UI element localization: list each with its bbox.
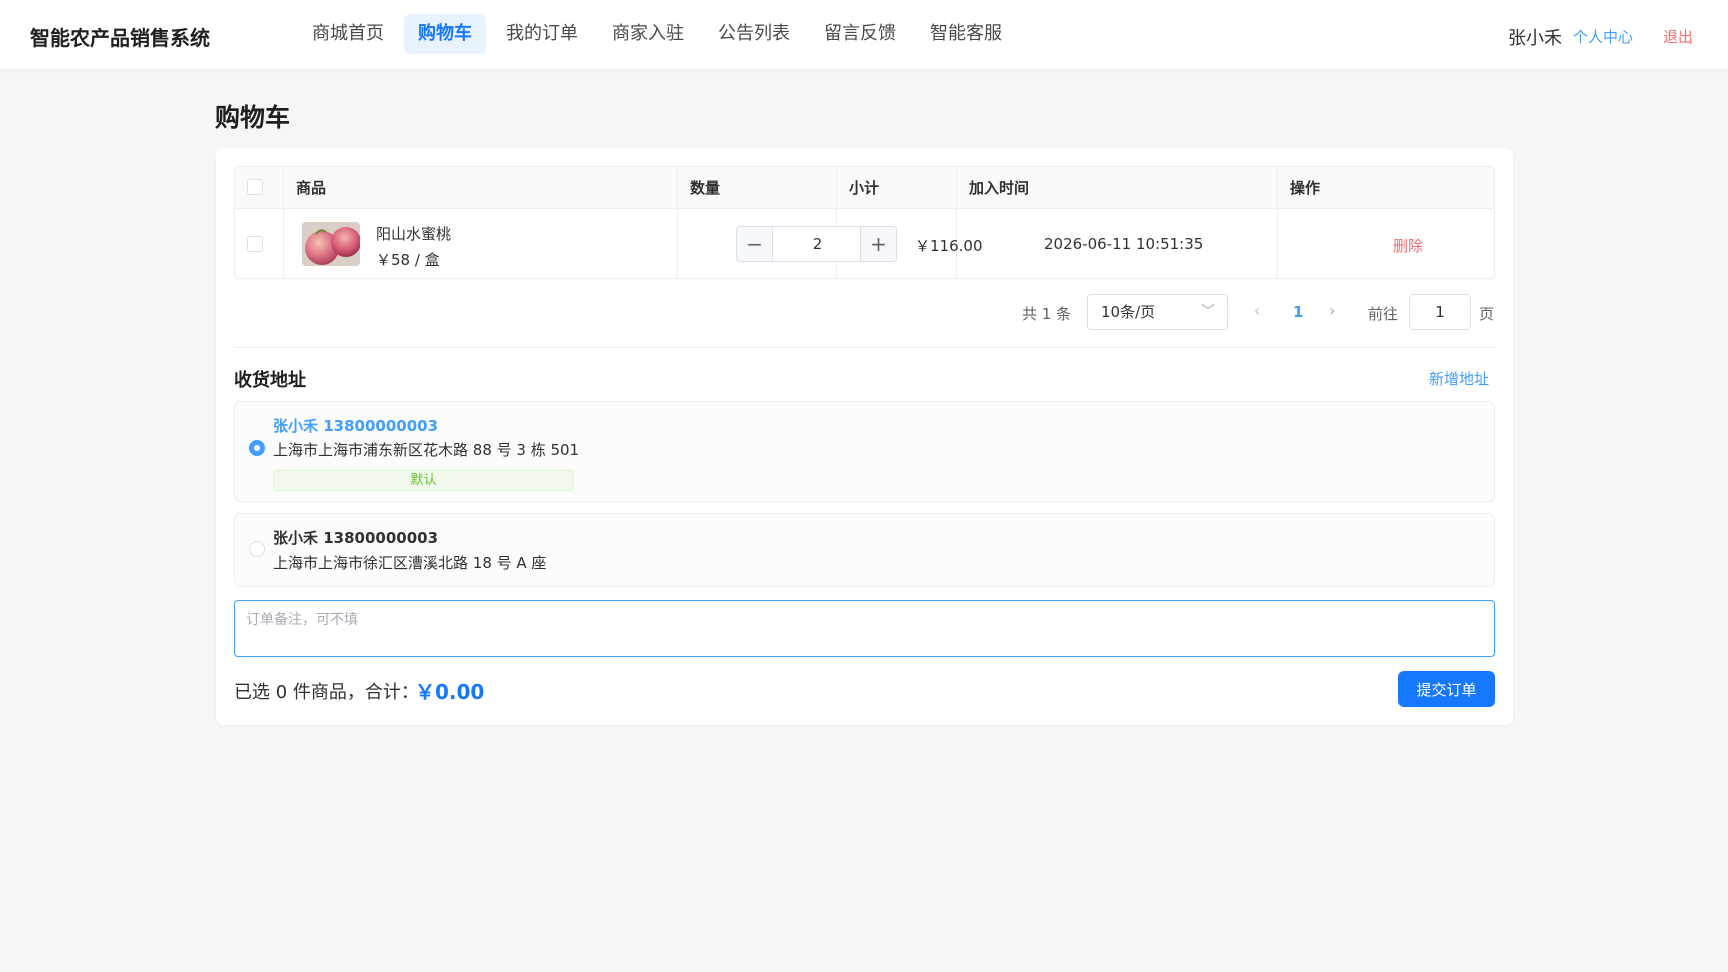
submit-order-button[interactable]: 提交订单 <box>1398 671 1495 707</box>
cart-table: 商品 数量 小计 加入时间 操作 阳山水蜜桃 ￥58 / 盒 − 2 + ￥11… <box>234 166 1495 279</box>
add-address-button[interactable]: 新增地址 <box>1429 368 1489 389</box>
nav-item-cart[interactable]: 购物车 <box>404 14 486 54</box>
user-center-link[interactable]: 个人中心 <box>1573 26 1633 47</box>
address-detail: 上海市上海市浦东新区花木路 88 号 3 栋 501 <box>273 441 580 459</box>
row-added-time: 2026-06-11 10:51:35 <box>1044 235 1204 253</box>
pagination-total: 共 1 条 <box>1022 305 1072 323</box>
column-header-subtotal: 小计 <box>849 179 880 197</box>
page-size-select[interactable]: 10条/页 ﹀ <box>1087 294 1228 330</box>
address-detail: 上海市上海市徐汇区漕溪北路 18 号 A 座 <box>273 554 547 572</box>
column-header-quantity: 数量 <box>690 179 721 197</box>
page-number-current[interactable]: 1 <box>1293 303 1303 321</box>
quantity-input[interactable] <box>773 227 862 261</box>
address-radio[interactable] <box>249 541 265 557</box>
address-card[interactable]: 张小禾 13800000003 上海市上海市浦东新区花木路 88 号 3 栋 5… <box>234 401 1495 502</box>
address-section-title: 收货地址 <box>234 370 306 391</box>
address-contact: 张小禾 13800000003 <box>273 529 439 547</box>
brand-title: 智能农产品销售系统 <box>30 26 210 50</box>
address-card[interactable]: 张小禾 13800000003 上海市上海市徐汇区漕溪北路 18 号 A 座 <box>234 513 1495 587</box>
page-size-value: 10条/页 <box>1101 303 1156 321</box>
column-divider <box>1277 167 1278 278</box>
top-navbar: 智能农产品销售系统 商城首页 购物车 我的订单 商家入驻 公告列表 留言反馈 智… <box>0 0 1728 69</box>
chevron-right-icon[interactable]: › <box>1329 301 1335 320</box>
column-header-product: 商品 <box>296 179 327 197</box>
user-name: 张小禾 <box>1508 28 1562 49</box>
address-contact: 张小禾 13800000003 <box>273 417 439 435</box>
logout-link[interactable]: 退出 <box>1663 26 1693 47</box>
nav-item-smart-service[interactable]: 智能客服 <box>916 14 1016 54</box>
product-unit-price: ￥58 / 盒 <box>376 251 440 269</box>
chevron-down-icon: ﹀ <box>1201 304 1215 320</box>
main-nav: 商城首页 购物车 我的订单 商家入驻 公告列表 留言反馈 智能客服 <box>298 14 1022 54</box>
page-title: 购物车 <box>215 103 291 132</box>
goto-label: 前往 <box>1368 305 1399 323</box>
nav-item-merchant-join[interactable]: 商家入驻 <box>598 14 698 54</box>
column-divider <box>836 167 837 278</box>
column-divider <box>283 167 284 278</box>
nav-item-feedback[interactable]: 留言反馈 <box>810 14 910 54</box>
column-header-actions: 操作 <box>1290 179 1321 197</box>
goto-page-input[interactable] <box>1409 294 1471 330</box>
minus-icon[interactable]: − <box>737 227 773 261</box>
row-subtotal: ￥116.00 <box>915 237 983 255</box>
table-header: 商品 数量 小计 加入时间 操作 <box>235 167 1494 209</box>
cart-card: 商品 数量 小计 加入时间 操作 阳山水蜜桃 ￥58 / 盒 − 2 + ￥11… <box>216 148 1513 725</box>
quantity-stepper: − + <box>736 226 897 262</box>
chevron-left-icon[interactable]: ‹ <box>1254 301 1260 320</box>
select-all-checkbox[interactable] <box>247 179 263 195</box>
selection-summary: 已选 0 件商品，合计： <box>234 682 419 703</box>
section-divider <box>234 347 1495 348</box>
nav-item-home[interactable]: 商城首页 <box>298 14 398 54</box>
nav-item-orders[interactable]: 我的订单 <box>492 14 592 54</box>
product-name[interactable]: 阳山水蜜桃 <box>376 223 451 244</box>
row-checkbox[interactable] <box>247 236 263 252</box>
column-divider <box>956 167 957 278</box>
order-remark-input[interactable] <box>234 600 1495 657</box>
total-amount: ￥0.00 <box>415 680 485 704</box>
peach-photo-icon <box>302 222 360 266</box>
nav-item-announcements[interactable]: 公告列表 <box>704 14 804 54</box>
column-divider <box>677 167 678 278</box>
page-suffix-label: 页 <box>1479 305 1495 323</box>
delete-button[interactable]: 删除 <box>1393 235 1423 256</box>
plus-icon[interactable]: + <box>860 227 896 261</box>
column-header-added-time: 加入时间 <box>969 179 1030 197</box>
default-badge: 默认 <box>273 470 574 491</box>
product-image[interactable] <box>302 222 360 266</box>
address-radio[interactable] <box>249 440 265 456</box>
